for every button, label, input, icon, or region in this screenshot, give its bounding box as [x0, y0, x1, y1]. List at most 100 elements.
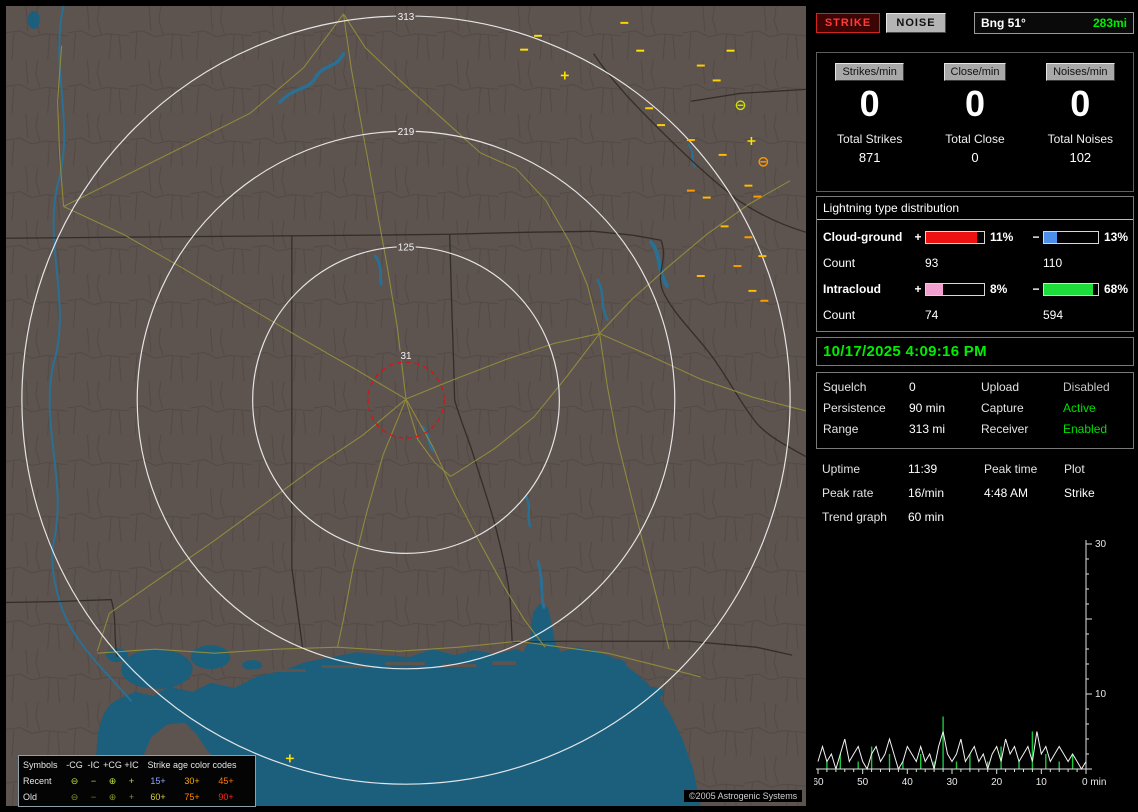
upload-status: Disabled	[1063, 380, 1110, 394]
pos-cg-recent-icon: ⊕	[108, 776, 117, 786]
strike-symbol	[748, 289, 757, 292]
age-30: 30+	[184, 776, 200, 786]
x-tick-label: 40	[902, 777, 914, 788]
datetime-value: 10/17/2025 4:09:16 PM	[823, 343, 987, 360]
plot-value: Strike	[1064, 486, 1095, 500]
datetime-panel: 10/17/2025 4:09:16 PM	[816, 337, 1134, 366]
strike-symbol	[520, 48, 529, 51]
strikes-column: Strikes/min 0 Total Strikes 871	[817, 53, 922, 191]
range-ring-label: 125	[398, 243, 415, 254]
strike-symbol	[744, 184, 753, 187]
ic-minus-count: 594	[1043, 308, 1064, 322]
total-strikes-label: Total Strikes	[836, 131, 903, 146]
neg-cg-recent-icon: ⊖	[70, 776, 79, 786]
plot-label: Plot	[1064, 462, 1085, 476]
cg-plus-percent: 11%	[990, 230, 1014, 244]
neg-ic-recent-icon: −	[90, 776, 97, 786]
pos-cg-old-icon: ⊕	[108, 792, 117, 802]
stats-panel: Strikes/min 0 Total Strikes 871 Close/mi…	[816, 52, 1134, 192]
plus-sign: +	[914, 282, 922, 296]
pos-ic-recent-icon: +	[128, 776, 135, 786]
strike-symbol	[636, 49, 645, 52]
strike-symbol	[726, 49, 735, 52]
cg-plus-bar	[925, 230, 985, 244]
minus-sign: −	[1032, 282, 1040, 296]
x-tick-label: 10	[1036, 777, 1048, 788]
noises-per-min-value: 0	[1070, 83, 1091, 124]
strike-toggle-button[interactable]: STRIKE	[816, 13, 880, 33]
strike-symbol	[758, 255, 767, 258]
close-per-min-value: 0	[964, 83, 985, 124]
strike-symbol	[534, 34, 542, 37]
noises-column: Noises/min 0 Total Noises 102	[1028, 53, 1133, 191]
x-tick-label: 50	[857, 777, 869, 788]
total-strikes-value: 871	[858, 149, 881, 165]
distribution-title: Lightning type distribution	[817, 201, 1133, 220]
persistence-label: Persistence	[823, 401, 886, 415]
strike-symbol	[733, 265, 742, 268]
age-45: 45+	[218, 776, 234, 786]
count-label: Count	[823, 308, 856, 322]
uptime-value: 11:39	[908, 462, 938, 476]
cg-minus-bar	[1043, 230, 1099, 244]
lightning-distribution-panel: Lightning type distribution Cloud-ground…	[816, 196, 1134, 332]
capture-status: Active	[1063, 401, 1096, 415]
peak-rate-label: Peak rate	[822, 486, 874, 500]
strike-symbol	[760, 299, 769, 302]
intracloud-row: Intracloud + 8% − 68%	[823, 276, 1128, 302]
strike-symbol	[720, 225, 729, 228]
noises-per-min-chip: Noises/min	[1046, 63, 1115, 81]
strike-symbol	[686, 139, 695, 141]
age-15: 15+	[150, 776, 166, 786]
upload-label: Upload	[981, 380, 1020, 394]
capture-label: Capture	[981, 401, 1024, 415]
cg-plus-count: 93	[925, 256, 939, 270]
peak-rate-value: 16/min	[908, 486, 945, 500]
radar-map[interactable]: 313 219 125 31 Symbols -CG -IC +CG +IC Stri…	[6, 6, 806, 807]
x-tick-label: 0 min	[1082, 777, 1106, 788]
strike-symbol	[696, 274, 705, 277]
legend-col-neg-cg: -CG	[66, 760, 83, 770]
range-value: 313 mi	[909, 422, 946, 436]
close-per-min-chip: Close/min	[943, 63, 1007, 81]
total-noises-label: Total Noises	[1047, 131, 1113, 146]
ic-plus-count: 74	[925, 308, 939, 322]
cg-minus-percent: 13%	[1104, 230, 1129, 244]
age-90: 90+	[218, 792, 234, 802]
legend-old-label: Old	[23, 792, 38, 802]
bearing-value: Bng 51°	[981, 16, 1026, 30]
noise-toggle-button[interactable]: NOISE	[886, 13, 946, 33]
pos-ic-old-icon: +	[128, 792, 135, 802]
x-tick-label: 30	[946, 777, 958, 788]
strikes-per-min-value: 0	[859, 83, 880, 124]
close-column: Close/min 0 Total Close 0	[922, 53, 1027, 191]
x-tick-label: 20	[991, 777, 1003, 788]
neg-ic-old-icon: −	[90, 792, 97, 802]
y-tick-label: 30	[1095, 539, 1107, 550]
intracloud-label: Intracloud	[823, 282, 882, 296]
trend-graph: 30 10 60 50 40 30 20 10 0 min	[812, 536, 1136, 806]
legend-col-pos-cg: +CG	[103, 760, 122, 770]
alarm-ring-label: 31	[400, 351, 412, 362]
strike-symbol	[702, 196, 711, 199]
strike-symbol	[753, 195, 762, 198]
x-tick-label: 60	[814, 777, 824, 788]
sidebar: STRIKE NOISE Bng 51° 283mi Strikes/min 0…	[812, 0, 1138, 812]
strike-symbol	[712, 79, 721, 82]
cg-minus-count: 110	[1043, 256, 1063, 270]
legend-age-title: Strike age color codes	[147, 760, 237, 770]
trend-graph-window: 60 min	[908, 510, 945, 524]
y-tick-label: 10	[1095, 689, 1107, 700]
neg-cg-old-icon: ⊖	[70, 792, 79, 802]
topbar: STRIKE NOISE Bng 51° 283mi	[816, 8, 1134, 38]
cloud-ground-label: Cloud-ground	[823, 230, 903, 244]
strike-symbol	[744, 236, 753, 239]
peak-time-value: 4:48 AM	[984, 486, 1029, 500]
total-noises-value: 102	[1069, 149, 1092, 165]
plus-sign: +	[914, 230, 922, 244]
total-close-label: Total Close	[945, 131, 1005, 146]
status-panel: Uptime 11:39 Peak time Plot Peak rate 16…	[816, 456, 1134, 534]
legend-col-neg-ic: -IC	[87, 760, 100, 770]
squelch-value: 0	[909, 380, 916, 394]
strike-symbol	[696, 64, 705, 67]
